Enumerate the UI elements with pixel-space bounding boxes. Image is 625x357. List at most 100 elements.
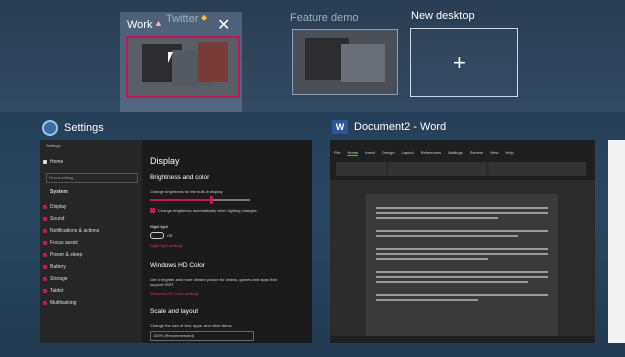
sidebar-item-tablet[interactable]: Tablet xyxy=(40,285,142,297)
desktop-feature-label[interactable]: Feature demo xyxy=(290,12,358,24)
word-ribbon: File Home Insert Design Layout Reference… xyxy=(330,140,595,180)
ribbon-toolbar xyxy=(336,162,586,176)
settings-caption-label: Settings xyxy=(64,122,104,134)
home-icon xyxy=(43,160,47,164)
word-window-thumbnail[interactable]: File Home Insert Design Layout Reference… xyxy=(330,140,595,343)
close-icon[interactable]: ✕ xyxy=(217,15,230,35)
sidebar-item-label: Home xyxy=(50,159,64,165)
settings-window-thumbnail[interactable]: Settings Home Find a setting System Disp… xyxy=(40,140,312,343)
moon-icon xyxy=(43,241,47,245)
night-light-label: Night light xyxy=(150,224,168,229)
tab-help[interactable]: Help xyxy=(505,150,513,156)
scale-text: Change the size of text, apps, and other… xyxy=(150,323,232,328)
tab-references[interactable]: References xyxy=(421,150,441,156)
speaker-icon xyxy=(43,217,47,221)
auto-brightness-label: Change brightness automatically when lig… xyxy=(158,208,257,213)
text-line xyxy=(376,281,528,283)
power-icon xyxy=(43,253,47,257)
hdr-link[interactable]: Windows HD Color settings xyxy=(150,291,199,296)
sidebar-item-sound[interactable]: Sound xyxy=(40,213,142,225)
sidebar-item-notifications[interactable]: Notifications & actions xyxy=(40,225,142,237)
text-line xyxy=(376,276,548,278)
text-line xyxy=(376,248,548,250)
brightness-slider[interactable] xyxy=(150,196,250,204)
tab-home[interactable]: Home xyxy=(347,150,359,156)
sidebar-item-multitasking[interactable]: Multitasking xyxy=(40,297,142,309)
scale-heading: Scale and layout xyxy=(150,308,199,315)
page-margin xyxy=(366,194,558,204)
tab-layout[interactable]: Layout xyxy=(402,150,414,156)
text-line xyxy=(376,253,548,255)
sidebar-item-label: Multitasking xyxy=(50,300,77,306)
text-line xyxy=(376,235,518,237)
night-light-toggle[interactable] xyxy=(150,232,164,239)
hdr-text: Get a brighter and more vibrant picture … xyxy=(150,277,277,287)
auto-brightness-checkbox[interactable] xyxy=(150,208,155,213)
monitor-icon xyxy=(43,205,47,209)
desktop-feature-thumbnail[interactable] xyxy=(292,29,398,95)
word-statusbar xyxy=(330,336,595,343)
sidebar-item-power[interactable]: Power & sleep xyxy=(40,249,142,261)
slider-fill xyxy=(150,199,212,201)
mini-window xyxy=(341,44,385,82)
text-line xyxy=(376,212,548,214)
document-page[interactable] xyxy=(366,194,558,339)
plus-icon[interactable]: + xyxy=(453,50,466,76)
tab-file[interactable]: File xyxy=(334,150,340,156)
page-title: Display xyxy=(150,156,180,166)
sidebar-item-focus[interactable]: Focus assist xyxy=(40,237,142,249)
brightness-text: Change brightness for the built-in displ… xyxy=(150,189,223,194)
multitask-icon xyxy=(43,301,47,305)
tab-design[interactable]: Design xyxy=(382,150,394,156)
bell-icon xyxy=(43,229,47,233)
settings-caption[interactable]: Settings xyxy=(42,120,104,136)
text-line xyxy=(376,207,548,209)
sidebar-item-label: Focus assist xyxy=(50,240,78,246)
scale-select[interactable]: 150% (Recommended) xyxy=(150,331,254,341)
person-icon: ▲ xyxy=(154,18,163,28)
text-line xyxy=(376,294,548,296)
sidebar-item-storage[interactable]: Storage xyxy=(40,273,142,285)
text-line xyxy=(376,299,478,301)
settings-search-input[interactable]: Find a setting xyxy=(46,173,138,183)
brightness-heading: Brightness and color xyxy=(150,174,210,181)
desktop-twitter-label[interactable]: Twitter xyxy=(166,13,198,25)
sidebar-item-label: Battery xyxy=(50,264,66,270)
tab-mailings[interactable]: Mailings xyxy=(448,150,463,156)
text-line xyxy=(376,230,548,232)
partial-window-thumbnail[interactable] xyxy=(608,140,625,343)
desktop-work-thumbnail[interactable] xyxy=(126,36,240,98)
settings-sidebar: Settings Home Find a setting System Disp… xyxy=(40,140,142,343)
mini-window xyxy=(198,42,228,82)
sidebar-item-label: Power & sleep xyxy=(50,252,83,258)
night-light-state: Off xyxy=(167,233,173,238)
hdr-heading: Windows HD Color xyxy=(150,262,205,269)
drive-icon xyxy=(43,277,47,281)
night-light-link[interactable]: Night light settings xyxy=(150,243,183,248)
tab-insert[interactable]: Insert xyxy=(365,150,375,156)
tablet-icon xyxy=(43,289,47,293)
new-desktop-label[interactable]: New desktop xyxy=(411,10,475,22)
mouse-cursor-icon xyxy=(168,52,178,63)
settings-main: Display Brightness and color Change brig… xyxy=(150,140,312,343)
desktop-work-label[interactable]: Work xyxy=(127,19,152,31)
settings-titlebar: Settings xyxy=(46,143,61,148)
slider-thumb[interactable] xyxy=(210,196,213,204)
word-icon: W xyxy=(332,120,348,134)
sidebar-item-label: Sound xyxy=(50,216,65,222)
sidebar-item-home[interactable]: Home xyxy=(40,156,142,168)
sidebar-item-label: Storage xyxy=(50,276,68,282)
text-line xyxy=(376,217,498,219)
tab-review[interactable]: Review xyxy=(470,150,483,156)
sidebar-item-label: Tablet xyxy=(50,288,64,294)
sidebar-item-label: Display xyxy=(50,204,67,210)
word-caption-label: Document2 - Word xyxy=(354,121,447,133)
sidebar-item-display[interactable]: Display xyxy=(40,201,142,213)
sidebar-item-battery[interactable]: Battery xyxy=(40,261,142,273)
tab-view[interactable]: View xyxy=(490,150,499,156)
word-caption[interactable]: W Document2 - Word xyxy=(332,120,446,134)
